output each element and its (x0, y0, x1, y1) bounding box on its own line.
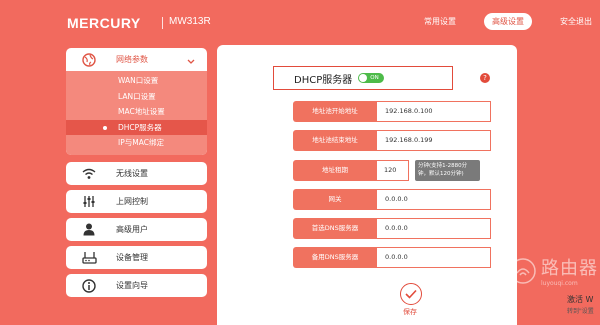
nav-advanced-settings[interactable]: 高级设置 (484, 13, 532, 30)
help-icon[interactable]: ? (480, 73, 490, 83)
submenu-dhcp-label: DHCP服务器 (118, 122, 162, 132)
watermark-text: 路由器 (541, 258, 598, 279)
lease-time-input[interactable]: 120 (377, 160, 409, 181)
watermark: 路由器 luyouqi.com (509, 254, 598, 287)
sidebar-group-wireless: 无线设置 (66, 162, 207, 185)
pool-end-input[interactable]: 192.168.0.199 (377, 130, 491, 151)
sidebar-item-label: 设备管理 (116, 253, 148, 262)
field-secondary-dns: 备用DNS服务器 0.0.0.0 (293, 247, 491, 268)
checkmark-icon (405, 289, 417, 299)
watermark-url: luyouqi.com (541, 280, 578, 287)
primary-dns-input[interactable]: 0.0.0.0 (377, 218, 491, 239)
submenu-mac[interactable]: MAC地址设置 (66, 104, 207, 120)
brand-logo: MERCURY (67, 15, 141, 31)
field-primary-dns: 首选DNS服务器 0.0.0.0 (293, 218, 491, 239)
router-logo-icon (510, 257, 536, 284)
sidebar-item-advanced-user[interactable]: 高级用户 (66, 218, 207, 241)
submenu-lan[interactable]: LAN口设置 (66, 89, 207, 105)
nav-logout[interactable]: 安全退出 (552, 13, 600, 30)
router-icon (80, 250, 98, 266)
toggle-label: ON (370, 75, 379, 81)
sidebar-item-label: 高级用户 (116, 225, 148, 234)
sidebar-group-wizard: 设置向导 (66, 274, 207, 297)
submenu-ip-mac-bind[interactable]: IP与MAC绑定 (66, 135, 207, 151)
save-label: 保存 (403, 308, 417, 316)
sidebar-item-network[interactable]: 网络参数 (66, 48, 207, 71)
sidebar-item-label: 无线设置 (116, 169, 148, 178)
sliders-icon (80, 194, 98, 210)
page-title: DHCP服务器 (294, 74, 353, 86)
field-label: 地址池开始地址 (293, 101, 377, 122)
active-dot-icon (103, 125, 107, 130)
sidebar-group-device: 设备管理 (66, 246, 207, 269)
field-lease-time: 地址租期 120 分钟(支持1-2880分钟，默认120分钟) (293, 160, 480, 181)
field-label: 备用DNS服务器 (293, 247, 377, 268)
sidebar-item-wireless[interactable]: 无线设置 (66, 162, 207, 185)
sidebar-item-label: 设置向导 (116, 281, 148, 290)
field-label: 地址池结束地址 (293, 130, 377, 151)
sidebar-group-network: 网络参数 WAN口设置 LAN口设置 MAC地址设置 DHCP服务器 IP与MA… (66, 48, 207, 155)
sidebar-group-advanced-user: 高级用户 (66, 218, 207, 241)
network-submenu: WAN口设置 LAN口设置 MAC地址设置 DHCP服务器 IP与MAC绑定 (66, 71, 207, 155)
sidebar-item-label: 上网控制 (116, 197, 148, 206)
field-pool-start: 地址池开始地址 192.168.0.100 (293, 101, 491, 122)
sidebar-item-device-management[interactable]: 设备管理 (66, 246, 207, 269)
wifi-icon (80, 166, 98, 182)
sidebar-item-access-control[interactable]: 上网控制 (66, 190, 207, 213)
model-name: MW313R (169, 16, 211, 27)
windows-activate-text: 激活 W (567, 295, 594, 304)
field-label: 网关 (293, 189, 377, 210)
submenu-wan[interactable]: WAN口设置 (66, 73, 207, 89)
field-gateway: 网关 0.0.0.0 (293, 189, 491, 210)
top-nav: 常用设置 高级设置 安全退出 (396, 13, 600, 30)
secondary-dns-input[interactable]: 0.0.0.0 (377, 247, 491, 268)
logo-divider (162, 17, 163, 29)
dhcp-toggle[interactable]: ON (358, 73, 385, 83)
user-icon (80, 222, 98, 238)
pool-start-input[interactable]: 192.168.0.100 (377, 101, 491, 122)
sidebar-item-label: 网络参数 (116, 55, 148, 64)
windows-activate-sub: 转到"设置 (567, 308, 594, 315)
dhcp-title-box: DHCP服务器 ON (273, 66, 453, 90)
sidebar-item-setup-wizard[interactable]: 设置向导 (66, 274, 207, 297)
sidebar-group-access: 上网控制 (66, 190, 207, 213)
submenu-dhcp[interactable]: DHCP服务器 (66, 119, 207, 135)
save-button[interactable] (400, 283, 422, 305)
nav-common-settings[interactable]: 常用设置 (416, 13, 464, 30)
lease-time-hint: 分钟(支持1-2880分钟，默认120分钟) (415, 160, 480, 181)
field-label: 首选DNS服务器 (293, 218, 377, 239)
toggle-knob (359, 74, 368, 82)
info-icon (80, 278, 98, 294)
chevron-down-icon[interactable] (187, 50, 195, 69)
field-label: 地址租期 (293, 160, 377, 181)
globe-icon (80, 52, 98, 68)
field-pool-end: 地址池结束地址 192.168.0.199 (293, 130, 491, 151)
gateway-input[interactable]: 0.0.0.0 (377, 189, 491, 210)
